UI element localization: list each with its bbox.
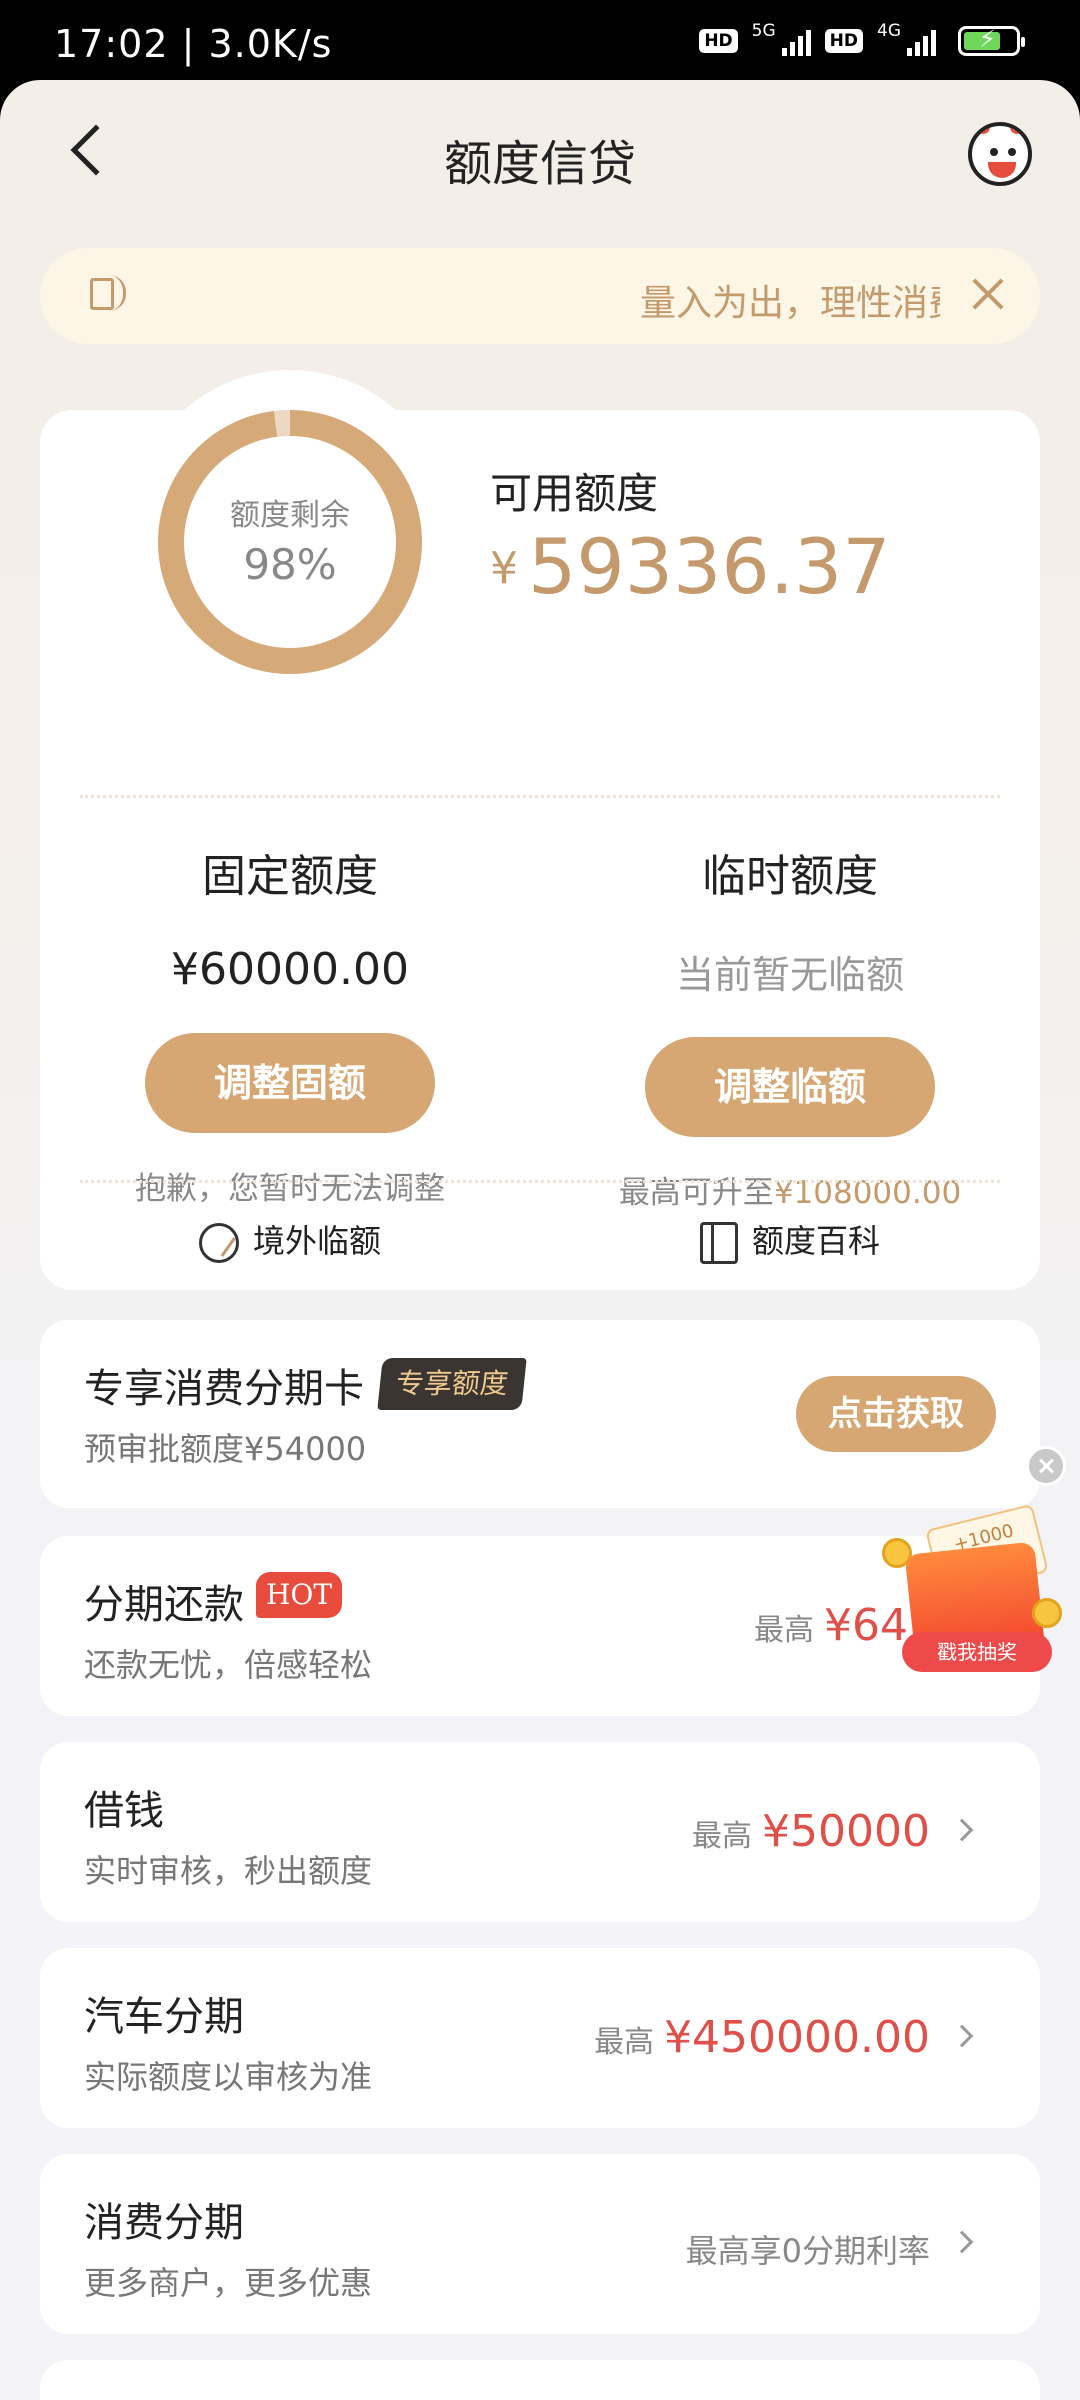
item-title: 消费分期 xyxy=(84,2200,244,2246)
gift-box-icon[interactable]: +1000 戳我抽奖 xyxy=(882,1503,1078,1678)
list-item-car-loan[interactable]: 汽车分期 实际额度以审核为准 最高 ¥450000.00 xyxy=(40,1948,1040,2128)
available-amount: ¥59336.37 xyxy=(490,522,891,611)
temp-credit-column: 临时额度 当前暂无临额 调整临额 最高可升至¥108000.00 xyxy=(540,840,1040,1212)
app-screen: 额度信贷 量入为出，理性消费 额度剩余 98% 可用额度 ¥59336.37 固… xyxy=(0,80,1080,2400)
item-title: 汽车分期 xyxy=(84,1994,244,2040)
item-subtitle: 实时审核，秒出额度 xyxy=(84,1852,373,1890)
network-4g-label: 4G xyxy=(877,21,901,41)
notice-text: 量入为出，理性消费 xyxy=(640,283,940,324)
signal-icon xyxy=(781,26,811,56)
fixed-credit-column: 固定额度 ¥60000.00 调整固额 抱歉，您暂时无法调整 xyxy=(40,840,540,1208)
nav-bar: 额度信贷 xyxy=(0,80,1080,230)
notice-bar: 量入为出，理性消费 xyxy=(40,248,1040,344)
adjust-fixed-button[interactable]: 调整固额 xyxy=(145,1033,435,1133)
get-now-button[interactable]: 点击获取 xyxy=(796,1376,996,1452)
ring-label: 额度剩余 xyxy=(230,498,350,533)
currency-symbol: ¥ xyxy=(490,543,518,594)
book-icon xyxy=(699,1222,738,1264)
temp-credit-hint: 最高可升至¥108000.00 xyxy=(618,1175,962,1211)
status-indicators: HD 5G HD 4G ⚡ xyxy=(699,21,1025,56)
installment-card-promo[interactable]: 专享消费分期卡 专享额度 预审批额度¥54000 点击获取 xyxy=(40,1320,1040,1508)
chevron-right-icon xyxy=(950,2024,974,2048)
status-bar: 17:02 | 3.0K/s HD 5G HD 4G ⚡ xyxy=(0,0,1080,80)
signal-icon-2 xyxy=(907,26,936,56)
temp-credit-value: 当前暂无临额 xyxy=(675,953,904,997)
item-max-amount: 最高 ¥50000 xyxy=(692,1806,930,1857)
promo-title: 专享消费分期卡 xyxy=(84,1366,364,1412)
credit-summary-card: 额度剩余 98% 可用额度 ¥59336.37 固定额度 ¥60000.00 调… xyxy=(40,370,1040,1290)
close-icon[interactable] xyxy=(968,274,1008,314)
adjust-temp-button[interactable]: 调整临额 xyxy=(645,1037,935,1137)
speaker-icon xyxy=(90,275,126,311)
divider-2 xyxy=(80,1180,1000,1183)
mascot-avatar-icon[interactable] xyxy=(968,122,1032,186)
overseas-temp-credit-link[interactable]: 境外临额 xyxy=(40,1216,540,1263)
hd-badge-2: HD xyxy=(824,29,863,53)
temp-credit-title: 临时额度 xyxy=(702,851,878,902)
chevron-right-icon xyxy=(950,1818,974,1842)
list-item-consumer-installment[interactable]: 消费分期 更多商户，更多优惠 最高享0分期利率 xyxy=(40,2154,1040,2334)
credit-wiki-label: 额度百科 xyxy=(751,1222,880,1260)
battery-icon: ⚡ xyxy=(958,25,1025,56)
list-item-partial[interactable] xyxy=(40,2360,1040,2400)
list-item-borrow[interactable]: 借钱 实时审核，秒出额度 最高 ¥50000 xyxy=(40,1742,1040,1922)
item-subtitle: 还款无忧，倍感轻松 xyxy=(84,1646,373,1684)
item-title: 分期还款 xyxy=(84,1582,244,1628)
fixed-credit-hint: 抱歉，您暂时无法调整 xyxy=(135,1171,445,1207)
close-circle-icon[interactable] xyxy=(1026,1446,1066,1486)
fixed-credit-value: ¥60000.00 xyxy=(171,944,409,995)
promo-subtitle: 预审批额度¥54000 xyxy=(84,1430,367,1468)
item-rate-info: 最高享0分期利率 xyxy=(685,2232,930,2270)
overseas-temp-credit-label: 境外临额 xyxy=(252,1222,381,1260)
status-time: 17:02 | 3.0K/s xyxy=(54,22,333,66)
exclusive-credit-tag: 专享额度 xyxy=(377,1358,527,1410)
plane-globe-icon xyxy=(198,1223,239,1263)
coin-decoration-2 xyxy=(1032,1598,1062,1628)
hd-badge: HD xyxy=(699,29,738,53)
available-amount-value: 59336.37 xyxy=(528,522,891,611)
fixed-credit-title: 固定额度 xyxy=(202,851,378,902)
available-label: 可用额度 xyxy=(490,469,659,518)
hot-badge: HOT xyxy=(256,1572,343,1618)
credit-wiki-link[interactable]: 额度百科 xyxy=(540,1216,1040,1264)
network-5g-label: 5G xyxy=(751,21,776,41)
item-subtitle: 实际额度以审核为准 xyxy=(84,2058,373,2096)
item-subtitle: 更多商户，更多优惠 xyxy=(84,2264,373,2302)
divider xyxy=(80,795,1000,798)
chevron-right-icon xyxy=(950,2230,974,2254)
ring-percent: 98% xyxy=(243,540,337,589)
item-title: 借钱 xyxy=(84,1788,164,1834)
item-max-amount: 最高 ¥450000.00 xyxy=(594,2012,930,2063)
lottery-button[interactable]: 戳我抽奖 xyxy=(902,1632,1052,1672)
page-title: 额度信贷 xyxy=(443,136,636,192)
